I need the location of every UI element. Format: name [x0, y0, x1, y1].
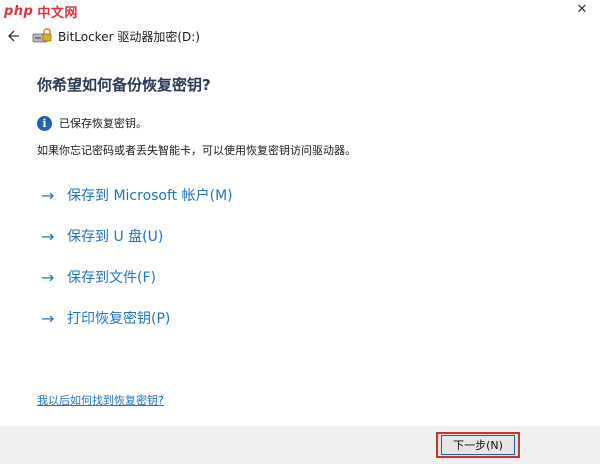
back-button[interactable] — [2, 24, 26, 48]
title-bar: BitLocker 驱动器加密(D:) — [0, 24, 600, 48]
close-icon: ✕ — [576, 2, 588, 17]
bitlocker-drive-icon — [32, 28, 52, 43]
arrow-right-icon: → — [41, 308, 55, 328]
option-label: 保存到文件(F) — [67, 270, 156, 286]
option-label: 保存到 Microsoft 帐户(M) — [67, 188, 233, 204]
option-label: 保存到 U 盘(U) — [67, 229, 164, 245]
next-button-label: 下一步(N) — [441, 435, 515, 455]
window-title: BitLocker 驱动器加密(D:) — [58, 29, 200, 44]
footer-bar: 下一步(N) — [0, 426, 600, 464]
arrow-right-icon: → — [41, 267, 55, 287]
watermark-brand: php — [4, 3, 34, 19]
option-save-usb[interactable]: → 保存到 U 盘(U) — [41, 225, 580, 247]
option-label: 打印恢复密钥(P) — [67, 311, 171, 327]
option-save-file[interactable]: → 保存到文件(F) — [41, 266, 580, 288]
backup-options: → 保存到 Microsoft 帐户(M) → 保存到 U 盘(U) → 保存到… — [37, 184, 580, 329]
description-text: 如果你忘记密码或者丢失智能卡，可以使用恢复密钥访问驱动器。 — [37, 144, 356, 157]
option-print-key[interactable]: → 打印恢复密钥(P) — [41, 307, 580, 329]
help-link[interactable]: 我以后如何找到恢复密钥? — [37, 392, 164, 408]
info-icon: i — [37, 115, 52, 131]
info-message: i 已保存恢复密钥。 — [37, 115, 580, 131]
back-arrow-icon — [8, 30, 19, 42]
next-button[interactable]: 下一步(N) — [436, 432, 520, 458]
watermark-logo: php 中文网 — [4, 2, 78, 21]
arrow-right-icon: → — [41, 185, 55, 205]
arrow-right-icon: → — [41, 226, 55, 246]
bitlocker-window: php 中文网 ✕ BitLocker 驱动器加密(D:) 你希望如何备份恢复密… — [0, 0, 600, 464]
page-heading: 你希望如何备份恢复密钥? — [37, 76, 211, 94]
info-text: 已保存恢复密钥。 — [59, 117, 147, 130]
option-save-microsoft-account[interactable]: → 保存到 Microsoft 帐户(M) — [41, 184, 580, 206]
main-content: 你希望如何备份恢复密钥? i 已保存恢复密钥。 如果你忘记密码或者丢失智能卡，可… — [37, 74, 580, 348]
watermark-text: 中文网 — [37, 5, 78, 21]
close-button[interactable]: ✕ — [574, 2, 590, 18]
